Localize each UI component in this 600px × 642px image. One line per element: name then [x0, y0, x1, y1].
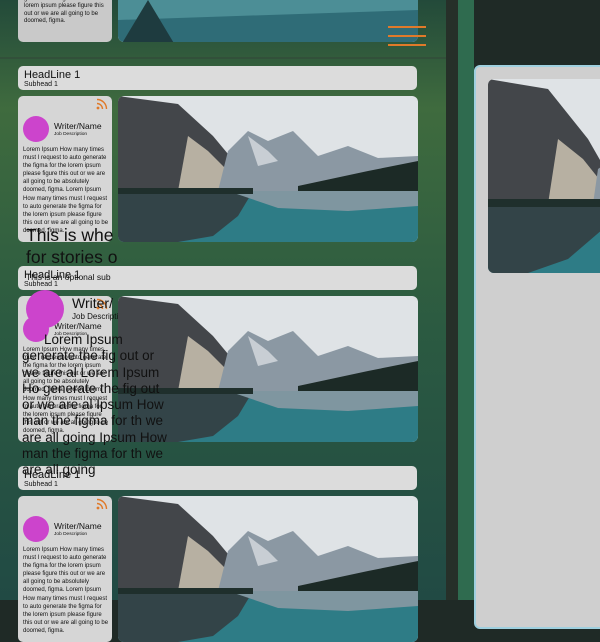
- story-card[interactable]: Writer/Name Job Description Lorem Ipsum …: [18, 496, 112, 642]
- divider: [0, 57, 446, 59]
- avatar[interactable]: [23, 516, 49, 542]
- hamburger-menu-icon[interactable]: [388, 26, 426, 48]
- lake-mountain-image: [118, 496, 418, 642]
- feature-job-description: Job Descripti: [72, 312, 119, 321]
- story-body: Lorem Ipsum How many times must I reques…: [23, 147, 109, 234]
- feature-image[interactable]: [488, 79, 600, 273]
- feature-story-panel[interactable]: [474, 65, 600, 629]
- lake-mountain-image: [118, 0, 418, 42]
- feature-title-line: This is whe: [26, 225, 114, 245]
- writer-name[interactable]: Writer/Name: [54, 521, 102, 531]
- story-card[interactable]: Writer/Name Job Description Lorem Ipsum …: [18, 96, 112, 242]
- story-image[interactable]: [118, 496, 418, 642]
- headline-bar[interactable]: HeadLine 1 Subhead 1: [18, 66, 417, 90]
- story-body: Lorem Ipsum How many times must I reques…: [23, 547, 109, 634]
- story-image[interactable]: [118, 96, 418, 242]
- story-image-partial[interactable]: [118, 0, 418, 42]
- job-description: Job Description: [54, 132, 88, 137]
- headline: HeadLine 1: [24, 69, 81, 81]
- scrollbar[interactable]: [446, 0, 458, 600]
- feature-body: Lorem Ipsum generate the fig out or we a…: [22, 332, 167, 478]
- story-card-partial[interactable]: generate the figma for the lorem ipsum p…: [18, 0, 112, 42]
- feature-panel-background: [458, 0, 474, 600]
- job-description: Job Description: [54, 532, 88, 537]
- feature-avatar[interactable]: [26, 290, 64, 328]
- story-body: generate the figma for the lorem ipsum p…: [24, 0, 104, 25]
- rss-icon[interactable]: [96, 498, 108, 510]
- feature-title: This is whe for stories o: [26, 224, 166, 268]
- rss-icon[interactable]: [96, 98, 108, 110]
- subhead: Subhead 1: [24, 81, 58, 88]
- subhead: Subhead 1: [24, 281, 58, 288]
- avatar[interactable]: [23, 116, 49, 142]
- lake-mountain-image: [118, 96, 418, 242]
- feature-subtitle: This is an optional sub: [26, 272, 111, 282]
- writer-name[interactable]: Writer/Name: [54, 121, 102, 131]
- lake-mountain-image: [488, 79, 600, 273]
- feature-title-line: for stories o: [26, 247, 118, 267]
- subhead: Subhead 1: [24, 481, 58, 488]
- feature-writer-name[interactable]: Writer/: [72, 295, 113, 311]
- writer-name[interactable]: Writer/Name: [54, 321, 102, 331]
